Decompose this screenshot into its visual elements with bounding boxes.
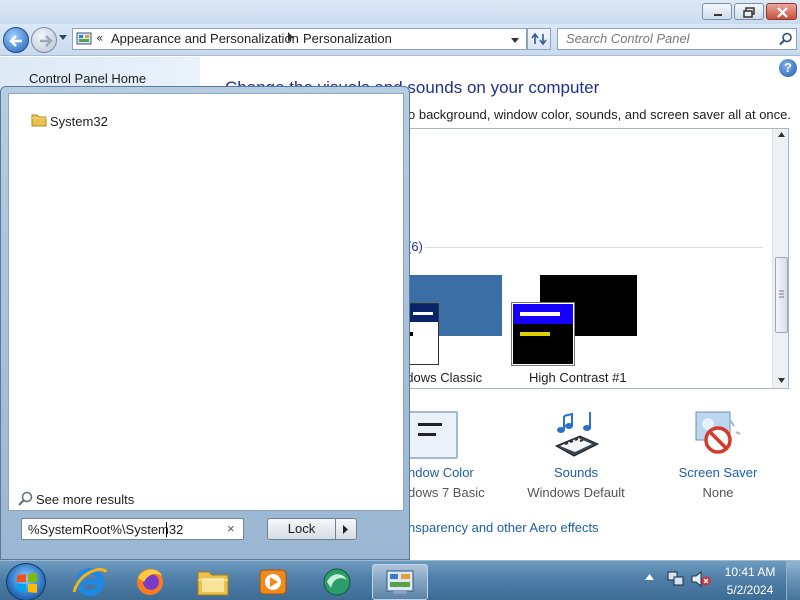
search-placeholder: Search Control Panel [566,31,690,46]
page-description: o background, window color, sounds, and … [408,107,792,122]
start-search-results: System32 See more results [8,93,404,511]
scroll-up-arrow-icon[interactable] [778,132,785,137]
see-more-results-link[interactable]: See more results [36,492,134,507]
taskbar-internet-explorer[interactable] [70,564,110,600]
clock-date[interactable]: 5/2/2024 [719,583,781,597]
internet-explorer-icon [72,568,108,596]
sounds-link[interactable]: Sounds [548,465,604,480]
window-color-value: dows 7 Basic [408,485,485,500]
window-preview-title-line [413,312,433,315]
scrollbar-thumb[interactable] [775,257,788,333]
start-search-value: %SystemRoot%\System32 [28,522,184,537]
control-panel-home-link[interactable]: Control Panel Home [29,71,146,86]
start-search-input[interactable]: %SystemRoot%\System32 × [21,518,244,540]
folder-icon [31,114,47,127]
maximize-button[interactable] [734,3,764,20]
address-bar[interactable]: « Appearance and Personalization Persona… [72,28,527,50]
window-color-icon[interactable] [404,411,458,459]
theme-list: (6) ndows Classic High Contrast #1 [406,128,789,389]
taskbar-media-player[interactable] [253,564,293,600]
group-divider [425,247,763,248]
volume-muted-icon[interactable] [690,570,712,588]
window-preview-title-line [520,312,560,316]
title-bar [0,0,800,24]
refresh-button[interactable] [527,28,551,50]
windows-explorer-icon [197,571,229,596]
theme-high-contrast-window-preview[interactable] [511,302,575,366]
clock-time[interactable]: 10:41 AM [719,565,781,579]
sounds-icon[interactable] [550,410,602,460]
minimize-button[interactable] [702,3,732,20]
window-color-link[interactable]: ndow Color [408,465,474,480]
power-options-button[interactable] [335,518,357,540]
lock-button[interactable]: Lock [267,518,335,540]
windows-logo-icon [17,573,37,593]
start-button[interactable] [6,563,46,600]
taskbar-app[interactable] [317,564,357,600]
control-panel-icon [76,32,92,45]
recent-pages-chevron-down-icon[interactable] [58,34,68,42]
media-player-icon [259,569,287,595]
back-arrow-icon [9,35,22,47]
address-overflow-chevron[interactable]: « [96,31,103,45]
taskbar-control-panel[interactable] [372,564,428,600]
icon-line [418,433,436,436]
search-result-system32[interactable]: System32 [50,114,108,129]
screen-saver-value: None [702,485,734,500]
taskbar-windows-explorer[interactable] [193,564,233,600]
breadcrumb-appearance-and-personalization[interactable]: Appearance and Personalization [111,31,299,46]
close-button[interactable] [766,3,797,20]
text-cursor [166,522,167,537]
refresh-arrows-icon [531,32,547,46]
window-preview-titlebar [513,304,573,324]
transparency-aero-effects-link[interactable]: nsparency and other Aero effects [408,520,599,535]
show-hidden-icons-chevron-up-icon[interactable] [645,574,654,580]
sounds-value: Windows Default [527,485,625,500]
theme-list-scrollbar[interactable] [772,129,788,388]
search-icon[interactable] [779,32,793,46]
forward-button[interactable] [31,27,57,53]
back-button[interactable] [3,27,29,53]
screen-saver-icon[interactable] [692,410,742,460]
breadcrumb-separator-icon[interactable] [288,32,294,42]
theme-windows-classic-window-preview[interactable] [407,303,439,365]
theme-high-contrast-label[interactable]: High Contrast #1 [529,370,627,385]
firefox-icon [137,569,163,595]
start-menu: System32 See more results %SystemRoot%\S… [0,86,410,560]
magnifier-icon [18,491,33,506]
clear-search-icon[interactable]: × [227,521,235,536]
search-control-panel-input[interactable]: Search Control Panel [557,28,797,50]
theme-windows-classic-label[interactable]: ndows Classic [407,370,482,385]
show-desktop-button[interactable] [786,561,800,600]
screen-saver-link[interactable]: Screen Saver [675,465,761,480]
taskbar-firefox[interactable] [130,564,170,600]
scroll-down-arrow-icon[interactable] [778,378,785,383]
control-panel-icon [386,570,414,594]
breadcrumb-personalization[interactable]: Personalization [303,31,392,46]
network-icon[interactable] [666,570,686,588]
address-history-chevron-down-icon[interactable] [510,37,520,44]
window-preview-text-line [520,332,550,336]
forward-arrow-icon [40,35,53,47]
help-icon[interactable]: ? [779,59,797,77]
app-icon [323,568,351,596]
chevron-right-icon [343,525,348,534]
grip-icon [779,290,784,298]
window-preview-titlebar [407,304,438,322]
icon-line [418,423,442,426]
